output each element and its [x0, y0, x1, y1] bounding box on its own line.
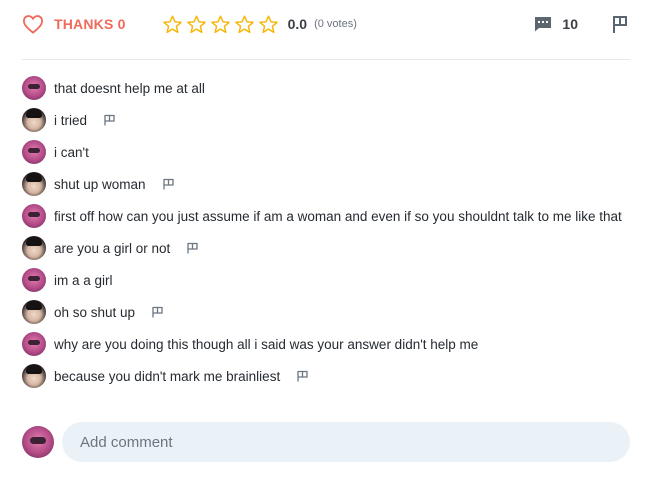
comment-text: because you didn't mark me brainliest [54, 364, 309, 387]
comment-item: im a a girl [22, 268, 632, 292]
avatar[interactable] [22, 332, 46, 356]
comment-body: shut up woman [54, 177, 146, 192]
comment-body: are you a girl or not [54, 241, 171, 256]
comment-item: oh so shut up [22, 300, 632, 324]
star-rating[interactable] [162, 14, 282, 35]
comment-item: are you a girl or not [22, 236, 632, 260]
rating-value: 0.0 [287, 16, 308, 32]
avatar[interactable] [22, 140, 46, 164]
report-flag-icon[interactable] [103, 114, 116, 126]
comment-body: first off how can you just assume if am … [54, 209, 622, 224]
comment-item: why are you doing this though all i said… [22, 332, 632, 356]
avatar[interactable] [22, 300, 46, 324]
comment-text: that doesnt help me at all [54, 76, 205, 99]
report-flag-icon[interactable] [610, 14, 630, 34]
comment-body: that doesnt help me at all [54, 81, 205, 96]
avatar[interactable] [22, 172, 46, 196]
star-icon[interactable] [234, 14, 255, 35]
comment-item: shut up woman [22, 172, 632, 196]
avatar[interactable] [22, 236, 46, 260]
comment-text: shut up woman [54, 172, 175, 195]
comment-text: i tried [54, 108, 116, 131]
heart-icon [22, 15, 44, 34]
comment-text: why are you doing this though all i said… [54, 332, 478, 355]
report-flag-icon[interactable] [296, 370, 309, 382]
comment-body: oh so shut up [54, 305, 136, 320]
add-comment-input[interactable] [62, 422, 630, 462]
divider [22, 59, 630, 60]
comment-list: that doesnt help me at all i tried i can't… [22, 76, 632, 396]
avatar[interactable] [22, 204, 46, 228]
star-icon[interactable] [162, 14, 183, 35]
add-comment-row [22, 422, 630, 462]
avatar [22, 426, 54, 458]
avatar[interactable] [22, 108, 46, 132]
comment-body: i can't [54, 145, 89, 160]
comment-body: because you didn't mark me brainliest [54, 369, 281, 384]
report-flag-icon[interactable] [162, 178, 175, 190]
comment-item: i can't [22, 140, 632, 164]
report-flag-icon[interactable] [151, 306, 164, 318]
comment-item: i tried [22, 108, 632, 132]
comment-text: im a a girl [54, 268, 113, 291]
comment-item: that doesnt help me at all [22, 76, 632, 100]
comment-text: oh so shut up [54, 300, 164, 323]
comment-item: because you didn't mark me brainliest [22, 364, 632, 388]
report-flag-icon[interactable] [186, 242, 199, 254]
right-tools: 10 [534, 14, 630, 34]
star-icon[interactable] [186, 14, 207, 35]
star-icon[interactable] [258, 14, 279, 35]
answer-toolbar: THANKS 0 0.0 (0 votes) 10 [22, 8, 630, 40]
comment-count: 10 [562, 16, 578, 32]
thanks-label: THANKS 0 [54, 16, 126, 32]
avatar[interactable] [22, 364, 46, 388]
comment-text: are you a girl or not [54, 236, 199, 259]
star-icon[interactable] [210, 14, 231, 35]
avatar[interactable] [22, 268, 46, 292]
comments-toggle[interactable]: 10 [534, 16, 578, 32]
comment-body: im a a girl [54, 273, 113, 288]
votes-count: (0 votes) [314, 18, 357, 30]
avatar[interactable] [22, 76, 46, 100]
comment-icon [535, 17, 552, 32]
comment-item: first off how can you just assume if am … [22, 204, 632, 228]
comment-body: i tried [54, 113, 88, 128]
comment-text: first off how can you just assume if am … [54, 204, 622, 227]
comment-body: why are you doing this though all i said… [54, 337, 479, 352]
thanks-button[interactable]: THANKS 0 [22, 14, 126, 34]
comment-text: i can't [54, 140, 89, 163]
